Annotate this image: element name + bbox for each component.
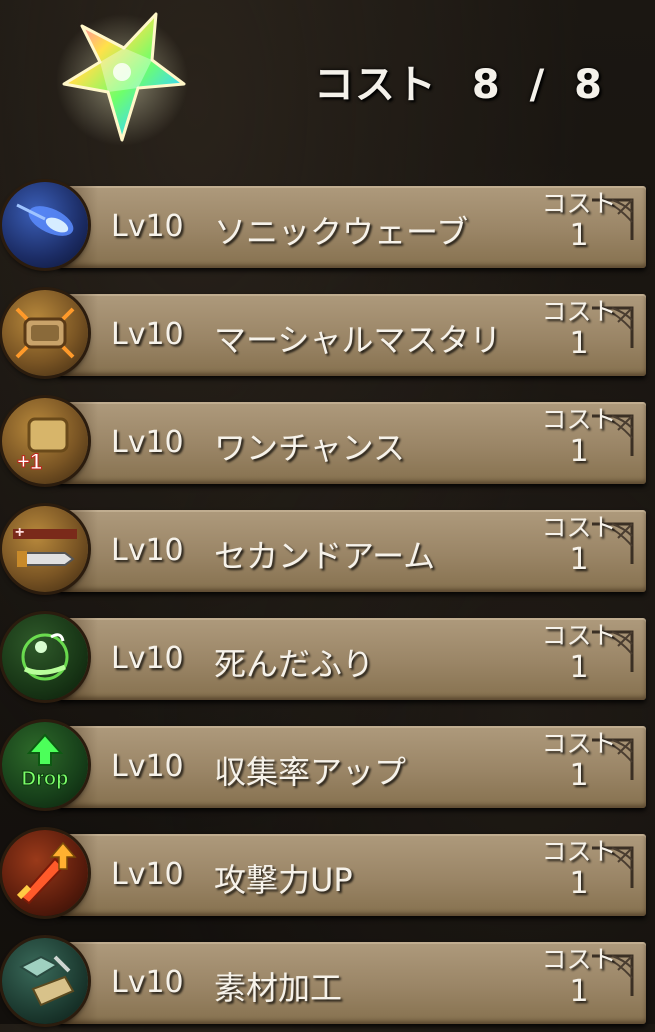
- skill-level: Lv10: [111, 641, 184, 676]
- skill-row[interactable]: Lv10 ソニックウェーブ コスト 1: [0, 176, 655, 276]
- skill-level: Lv10: [111, 857, 184, 892]
- skill-level: Lv10: [111, 317, 184, 352]
- skill-name: ソニックウェーブ: [214, 213, 469, 251]
- skill-name: マーシャルマスタリ: [214, 321, 502, 359]
- skill-cost-label: コスト: [541, 189, 617, 218]
- second-arm-icon: +: [2, 506, 88, 592]
- skill-name: 素材加工: [214, 969, 343, 1007]
- material-processing-icon: [2, 938, 88, 1024]
- skill-cost-label: コスト: [541, 837, 617, 866]
- skill-level: Lv10: [111, 965, 184, 1000]
- one-chance-icon: +1: [2, 398, 88, 484]
- skill-level: Lv10: [111, 533, 184, 568]
- skill-cost-label: コスト: [541, 621, 617, 650]
- header: コスト 8 / 8: [0, 0, 655, 170]
- drop-badge: Drop: [22, 768, 69, 790]
- martial-mastery-icon: [2, 290, 88, 376]
- play-dead-icon: [2, 614, 88, 700]
- total-cost-label: コスト: [313, 62, 437, 108]
- skill-name: 死んだふり: [214, 645, 375, 683]
- skill-row[interactable]: Drop Lv10 収集率アップ コスト 1: [0, 716, 655, 816]
- skill-cost-value: 1: [569, 866, 589, 901]
- skill-cost-label: コスト: [541, 513, 617, 542]
- skill-cost-value: 1: [569, 758, 589, 793]
- one-chance-badge: +1: [17, 449, 42, 474]
- skill-row[interactable]: Lv10 死んだふり コスト 1: [0, 608, 655, 708]
- skill-level: Lv10: [111, 209, 184, 244]
- total-cost-separator: /: [529, 62, 546, 108]
- skill-cost-label: コスト: [541, 945, 617, 974]
- skill-cost-value: 1: [569, 650, 589, 685]
- sonic-wave-icon: [2, 182, 88, 268]
- skill-row[interactable]: Lv10 攻撃力UP コスト 1: [0, 824, 655, 924]
- skill-name: セカンドアーム: [214, 537, 436, 575]
- skill-cost-value: 1: [569, 326, 589, 361]
- skill-level: Lv10: [111, 425, 184, 460]
- attack-up-icon: [2, 830, 88, 916]
- skill-name: 攻撃力UP: [214, 861, 353, 899]
- skill-cost-value: 1: [569, 218, 589, 253]
- svg-text:+: +: [15, 524, 24, 541]
- skill-name: 収集率アップ: [214, 753, 407, 791]
- total-cost: コスト 8 / 8: [314, 52, 603, 110]
- skill-cost-label: コスト: [541, 729, 617, 758]
- skill-cost-value: 1: [569, 974, 589, 1009]
- skill-row[interactable]: Lv10 素材加工 コスト 1: [0, 932, 655, 1032]
- skill-cost-label: コスト: [541, 297, 617, 326]
- total-cost-used: 8: [471, 62, 501, 108]
- skill-row[interactable]: Lv10 マーシャルマスタリ コスト 1: [0, 284, 655, 384]
- skill-cost-value: 1: [569, 434, 589, 469]
- drop-up-icon: Drop: [2, 722, 88, 808]
- skill-row[interactable]: + Lv10 セカンドアーム コスト 1: [0, 500, 655, 600]
- rainbow-star-icon: [52, 8, 192, 148]
- skill-cost-label: コスト: [541, 405, 617, 434]
- skill-row[interactable]: +1 Lv10 ワンチャンス コスト 1: [0, 392, 655, 492]
- skill-name: ワンチャンス: [214, 429, 406, 467]
- skill-level: Lv10: [111, 749, 184, 784]
- total-cost-max: 8: [574, 62, 603, 108]
- skill-cost-value: 1: [569, 542, 589, 577]
